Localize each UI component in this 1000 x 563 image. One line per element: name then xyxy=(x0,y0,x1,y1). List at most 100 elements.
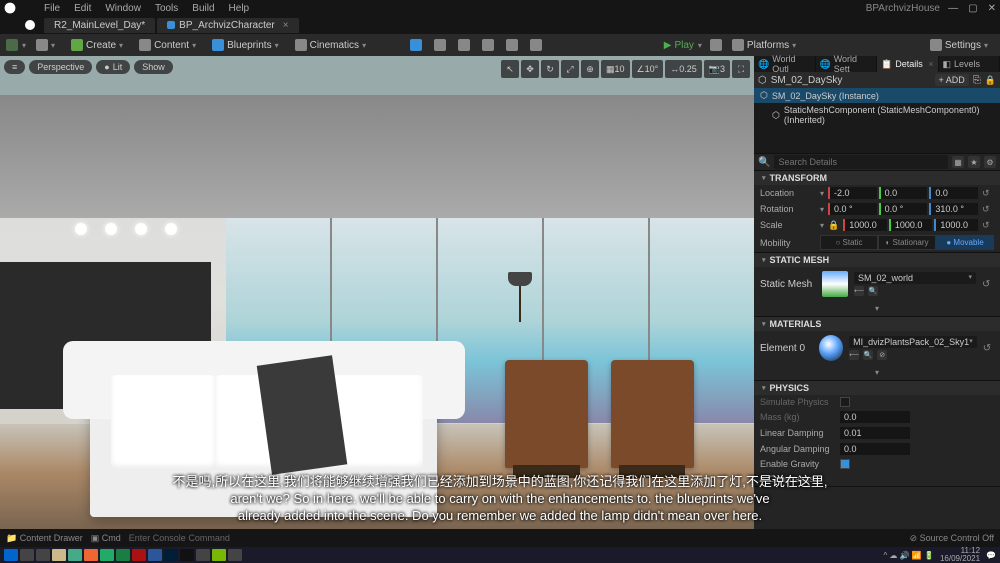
source-control[interactable]: ⊘ Source Control Off xyxy=(910,533,994,544)
nvidia-icon[interactable] xyxy=(212,549,226,561)
rotate-icon[interactable]: ↻ xyxy=(541,60,559,78)
app-icon[interactable] xyxy=(100,549,114,561)
tab-level[interactable]: R2_MainLevel_Day* xyxy=(44,18,155,33)
gravity-checkbox[interactable] xyxy=(840,459,850,469)
scale-icon[interactable]: ⤢ xyxy=(561,60,579,78)
menu-build[interactable]: Build xyxy=(192,3,214,14)
excel-icon[interactable] xyxy=(116,549,130,561)
tray-icons[interactable]: ^ ☁ 🔊 📶 🔋 xyxy=(883,551,934,560)
section-materials[interactable]: MATERIALS xyxy=(754,317,1000,331)
modes-button[interactable]: ▾ xyxy=(30,37,61,53)
play-button[interactable]: ▶ Play xyxy=(664,40,694,51)
lock-icon[interactable]: 🔒 xyxy=(985,75,996,86)
angle-snap[interactable]: ∠ 10° xyxy=(632,60,664,78)
close-icon[interactable]: ✕ xyxy=(988,3,996,14)
scale-z[interactable]: 1000.0 xyxy=(934,219,978,231)
reset-icon[interactable]: ↺ xyxy=(982,220,994,231)
fx-icon[interactable] xyxy=(530,39,542,51)
reset-icon[interactable]: ↺ xyxy=(983,343,994,354)
component-instance[interactable]: ⬡SM_02_DaySky (Instance) xyxy=(754,88,1000,103)
cinematics-button[interactable]: Cinematics▾ xyxy=(289,37,372,53)
menu-help[interactable]: Help xyxy=(229,3,250,14)
mobility-static[interactable]: ○ Static xyxy=(820,235,878,250)
mass-field[interactable]: 0.0 xyxy=(840,411,910,423)
location-z[interactable]: 0.0 xyxy=(929,187,978,199)
firefox-icon[interactable] xyxy=(84,549,98,561)
add-button[interactable]: + ADD xyxy=(935,74,969,86)
linear-damping-field[interactable]: 0.01 xyxy=(840,427,910,439)
minimize-icon[interactable]: — xyxy=(948,3,958,14)
reset-icon[interactable]: ↺ xyxy=(982,279,994,290)
scale-snap[interactable]: ↔ 0.25 xyxy=(665,60,702,78)
menu-tools[interactable]: Tools xyxy=(155,3,178,14)
mobility-stationary[interactable]: ◐ Stationary xyxy=(878,235,936,250)
save-icon[interactable] xyxy=(6,39,18,51)
viewport[interactable]: ≡ Perspective ● Lit Show ↖ ✥ ↻ ⤢ ⊕ ▦ 10 … xyxy=(0,56,754,546)
content-drawer-button[interactable]: 📁 Content Drawer xyxy=(6,533,83,544)
menu-file[interactable]: File xyxy=(44,3,60,14)
rotation-z[interactable]: 310.0 ° xyxy=(929,203,978,215)
scale-x[interactable]: 1000.0 xyxy=(843,219,887,231)
search-icon[interactable] xyxy=(20,549,34,561)
mobility-movable[interactable]: ● Movable xyxy=(936,235,994,250)
grid-snap[interactable]: ▦ 10 xyxy=(601,60,630,78)
blueprints-button[interactable]: Blueprints▾ xyxy=(206,37,284,53)
material-dropdown[interactable]: MI_dvizPlantsPack_02_Sky1 xyxy=(849,336,977,348)
lock-icon[interactable]: 🔒 xyxy=(828,220,839,231)
section-physics[interactable]: PHYSICS xyxy=(754,381,1000,395)
taskview-icon[interactable] xyxy=(36,549,50,561)
material-thumbnail[interactable] xyxy=(819,335,843,361)
audio-icon[interactable] xyxy=(410,39,422,51)
adobe-icon[interactable] xyxy=(132,549,146,561)
coord-icon[interactable]: ⊕ xyxy=(581,60,599,78)
start-icon[interactable] xyxy=(4,549,18,561)
brush-icon[interactable] xyxy=(482,39,494,51)
grid-view-icon[interactable]: ▦ xyxy=(952,156,964,168)
viewport-lit[interactable]: ● Lit xyxy=(96,60,130,74)
mesh-thumbnail[interactable] xyxy=(822,271,848,297)
static-mesh-dropdown[interactable]: SM_02_world xyxy=(854,272,976,284)
landscape-icon[interactable] xyxy=(434,39,446,51)
maximize-viewport-icon[interactable]: ⛶ xyxy=(732,60,750,78)
move-icon[interactable]: ✥ xyxy=(521,60,539,78)
viewport-perspective[interactable]: Perspective xyxy=(29,60,92,74)
tab-world-settings[interactable]: 🌐 World Sett xyxy=(816,56,878,72)
console-input[interactable]: Enter Console Command xyxy=(129,533,230,543)
reset-icon[interactable]: ↺ xyxy=(982,204,994,215)
settings-button[interactable]: Settings▾ xyxy=(924,37,994,53)
viewport-options[interactable]: ≡ xyxy=(4,60,25,74)
maximize-icon[interactable]: ▢ xyxy=(968,3,977,14)
tab-details[interactable]: 📋 Details× xyxy=(877,56,939,72)
menu-window[interactable]: Window xyxy=(105,3,141,14)
ps-icon[interactable] xyxy=(164,549,178,561)
platforms-button[interactable]: Platforms▾ xyxy=(726,37,802,53)
create-button[interactable]: Create▾ xyxy=(65,37,129,53)
viewport-show[interactable]: Show xyxy=(134,60,173,74)
notifications-icon[interactable]: 💬 xyxy=(986,551,996,560)
app2-icon[interactable] xyxy=(196,549,210,561)
close-icon[interactable]: × xyxy=(928,59,933,69)
reset-icon[interactable]: ↺ xyxy=(982,188,994,199)
expand-icon[interactable]: ▾ xyxy=(875,368,879,377)
ue-icon[interactable] xyxy=(180,549,194,561)
browse-icon[interactable]: 🔍 xyxy=(868,286,878,296)
select-icon[interactable]: ↖ xyxy=(501,60,519,78)
chrome-icon[interactable] xyxy=(68,549,82,561)
foliage-icon[interactable] xyxy=(458,39,470,51)
close-icon[interactable]: × xyxy=(283,20,289,31)
angular-damping-field[interactable]: 0.0 xyxy=(840,443,910,455)
browse-icon[interactable]: 🔍 xyxy=(863,350,873,360)
rotation-y[interactable]: 0.0 ° xyxy=(879,203,928,215)
word-icon[interactable] xyxy=(148,549,162,561)
expand-icon[interactable]: ▾ xyxy=(875,304,879,313)
tab-levels[interactable]: ◧ Levels xyxy=(939,56,1000,72)
mesh-icon[interactable] xyxy=(506,39,518,51)
use-icon[interactable]: ⟵ xyxy=(849,350,859,360)
section-static-mesh[interactable]: STATIC MESH xyxy=(754,253,1000,267)
browse-icon[interactable]: ⎘ xyxy=(973,75,981,86)
clear-icon[interactable]: ⊘ xyxy=(877,350,887,360)
location-y[interactable]: 0.0 xyxy=(879,187,928,199)
location-x[interactable]: -2.0 xyxy=(828,187,877,199)
content-button[interactable]: Content▾ xyxy=(133,37,202,53)
favorite-icon[interactable]: ★ xyxy=(968,156,980,168)
